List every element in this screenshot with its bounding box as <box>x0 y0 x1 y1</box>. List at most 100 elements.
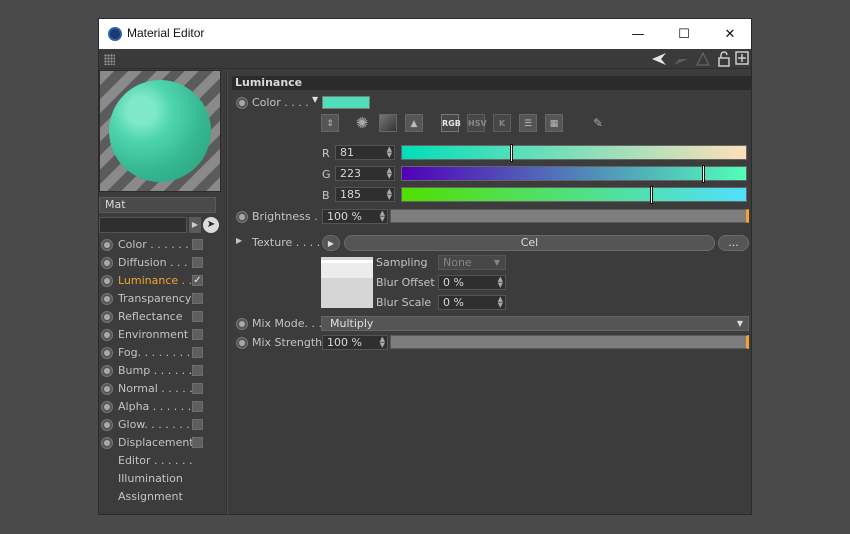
minimize-button[interactable]: — <box>615 19 661 49</box>
expand-arrow-icon[interactable]: ▶ <box>236 236 242 245</box>
forward-arrow-icon[interactable] <box>673 51 689 67</box>
image-picker-icon[interactable]: ▲ <box>405 114 423 132</box>
channel-radio[interactable] <box>101 437 113 449</box>
channel-checkbox[interactable] <box>192 437 203 448</box>
rgb-gradient-slider[interactable] <box>401 165 747 183</box>
channel-radio[interactable] <box>101 419 113 431</box>
channel-search-input[interactable] <box>99 217 187 233</box>
slider-handle[interactable] <box>702 165 705 183</box>
texture-arrow-button[interactable]: ▶ <box>322 235 340 251</box>
brightness-slider[interactable] <box>390 209 749 223</box>
channel-item[interactable]: Illumination <box>99 470 221 488</box>
channel-radio[interactable] <box>101 311 113 323</box>
channel-item[interactable]: Glow. . . . . . . <box>99 416 221 434</box>
channel-checkbox[interactable] <box>192 347 203 358</box>
channel-label: Assignment <box>118 490 183 503</box>
channel-item[interactable]: Bump . . . . . . <box>99 362 221 380</box>
back-arrow-icon[interactable] <box>651 51 667 67</box>
slider-handle[interactable] <box>510 144 513 162</box>
channel-checkbox[interactable] <box>192 257 203 268</box>
rgb-mode-button[interactable]: RGB <box>441 114 461 132</box>
rgb-value-field[interactable]: 223 ▲ ▼ <box>335 166 395 181</box>
channel-item[interactable]: Displacement <box>99 434 221 452</box>
channel-item[interactable]: Luminance . . ✓ <box>99 272 221 290</box>
channel-checkbox[interactable] <box>192 311 203 322</box>
hsv-mode-button[interactable]: HSV <box>467 114 487 132</box>
channel-checkbox[interactable] <box>192 419 203 430</box>
material-name-field[interactable]: Mat <box>99 197 216 213</box>
grip-icon[interactable] <box>104 54 115 65</box>
channel-radio[interactable] <box>101 293 113 305</box>
new-panel-icon[interactable] <box>734 51 750 67</box>
sampling-select[interactable]: None ▼ <box>438 255 506 270</box>
close-button[interactable]: ✕ <box>707 19 753 49</box>
rgb-value-field[interactable]: 185 ▲ ▼ <box>335 187 395 202</box>
color-swatch[interactable] <box>322 96 370 109</box>
mix-strength-anim-radio[interactable] <box>236 337 248 349</box>
channel-item[interactable]: Fog. . . . . . . . <box>99 344 221 362</box>
mix-mode-anim-radio[interactable] <box>236 318 248 330</box>
spinner-icon[interactable]: ▲ ▼ <box>380 210 385 223</box>
lock-icon[interactable] <box>716 51 732 67</box>
channel-item[interactable]: Normal . . . . . <box>99 380 221 398</box>
channel-radio[interactable] <box>101 365 113 377</box>
color-wheel-icon[interactable]: ✺ <box>353 114 371 132</box>
texture-thumbnail[interactable] <box>321 257 373 308</box>
spectrum-icon[interactable] <box>379 114 397 132</box>
slider-handle[interactable] <box>650 186 653 204</box>
mixer-icon[interactable]: ☰ <box>519 114 537 132</box>
channel-item[interactable]: Editor . . . . . . <box>99 452 221 470</box>
channel-radio[interactable] <box>101 347 113 359</box>
spinner-icon[interactable]: ▲ ▼ <box>380 336 385 349</box>
spinner-icon[interactable]: ▲ ▼ <box>387 188 392 201</box>
spinner-icon[interactable]: ▲ ▼ <box>498 276 503 289</box>
maximize-button[interactable]: ☐ <box>661 19 707 49</box>
kelvin-mode-button[interactable]: K <box>493 114 511 132</box>
channel-item[interactable]: Transparency <box>99 290 221 308</box>
channel-radio[interactable] <box>101 329 113 341</box>
channel-checkbox[interactable] <box>192 365 203 376</box>
channel-item[interactable]: Environment <box>99 326 221 344</box>
channel-checkbox[interactable] <box>192 293 203 304</box>
mix-mode-select[interactable]: Multiply ▼ <box>321 316 749 331</box>
channel-item[interactable]: Color . . . . . . <box>99 236 221 254</box>
channel-radio[interactable] <box>101 257 113 269</box>
mix-strength-field[interactable]: 100 % ▲ ▼ <box>322 335 388 350</box>
pointer-cursor-icon[interactable]: ➤ <box>203 217 219 233</box>
swatches-icon[interactable]: ▦ <box>545 114 563 132</box>
rgb-gradient-slider[interactable] <box>401 144 747 162</box>
eyedropper-icon[interactable]: ✎ <box>589 114 607 132</box>
channel-checkbox[interactable] <box>192 401 203 412</box>
blur-offset-field[interactable]: 0 % ▲ ▼ <box>438 275 506 290</box>
rgb-gradient-slider[interactable] <box>401 186 747 204</box>
brightness-anim-radio[interactable] <box>236 211 248 223</box>
color-wheel-toggle-icon[interactable]: ⇕ <box>321 114 339 132</box>
channel-checkbox[interactable] <box>192 239 203 250</box>
channel-checkbox[interactable]: ✓ <box>192 275 203 286</box>
brightness-field[interactable]: 100 % ▲ ▼ <box>322 209 388 224</box>
material-preview[interactable] <box>99 70 221 192</box>
mix-strength-slider[interactable] <box>390 335 749 349</box>
channel-item[interactable]: Assignment <box>99 488 221 506</box>
spinner-icon[interactable]: ▲ ▼ <box>387 146 392 159</box>
chevron-down-icon[interactable]: ▼ <box>312 95 318 104</box>
channel-radio[interactable] <box>101 401 113 413</box>
channel-item[interactable]: Alpha . . . . . . <box>99 398 221 416</box>
texture-more-button[interactable]: ... <box>718 235 749 251</box>
channel-radio[interactable] <box>101 275 113 287</box>
blur-scale-field[interactable]: 0 % ▲ ▼ <box>438 295 506 310</box>
panel-divider[interactable] <box>226 70 228 515</box>
channel-item[interactable]: Reflectance <box>99 308 221 326</box>
channel-item[interactable]: Diffusion . . . <box>99 254 221 272</box>
channel-radio[interactable] <box>101 239 113 251</box>
up-arrow-icon[interactable] <box>695 51 711 67</box>
color-anim-radio[interactable] <box>236 97 248 109</box>
texture-button[interactable]: Cel <box>344 235 715 251</box>
channel-radio[interactable] <box>101 383 113 395</box>
spinner-icon[interactable]: ▲ ▼ <box>387 167 392 180</box>
channel-checkbox[interactable] <box>192 329 203 340</box>
play-arrow-icon[interactable]: ▶ <box>189 217 201 233</box>
rgb-value-field[interactable]: 81 ▲ ▼ <box>335 145 395 160</box>
spinner-icon[interactable]: ▲ ▼ <box>498 296 503 309</box>
channel-checkbox[interactable] <box>192 383 203 394</box>
